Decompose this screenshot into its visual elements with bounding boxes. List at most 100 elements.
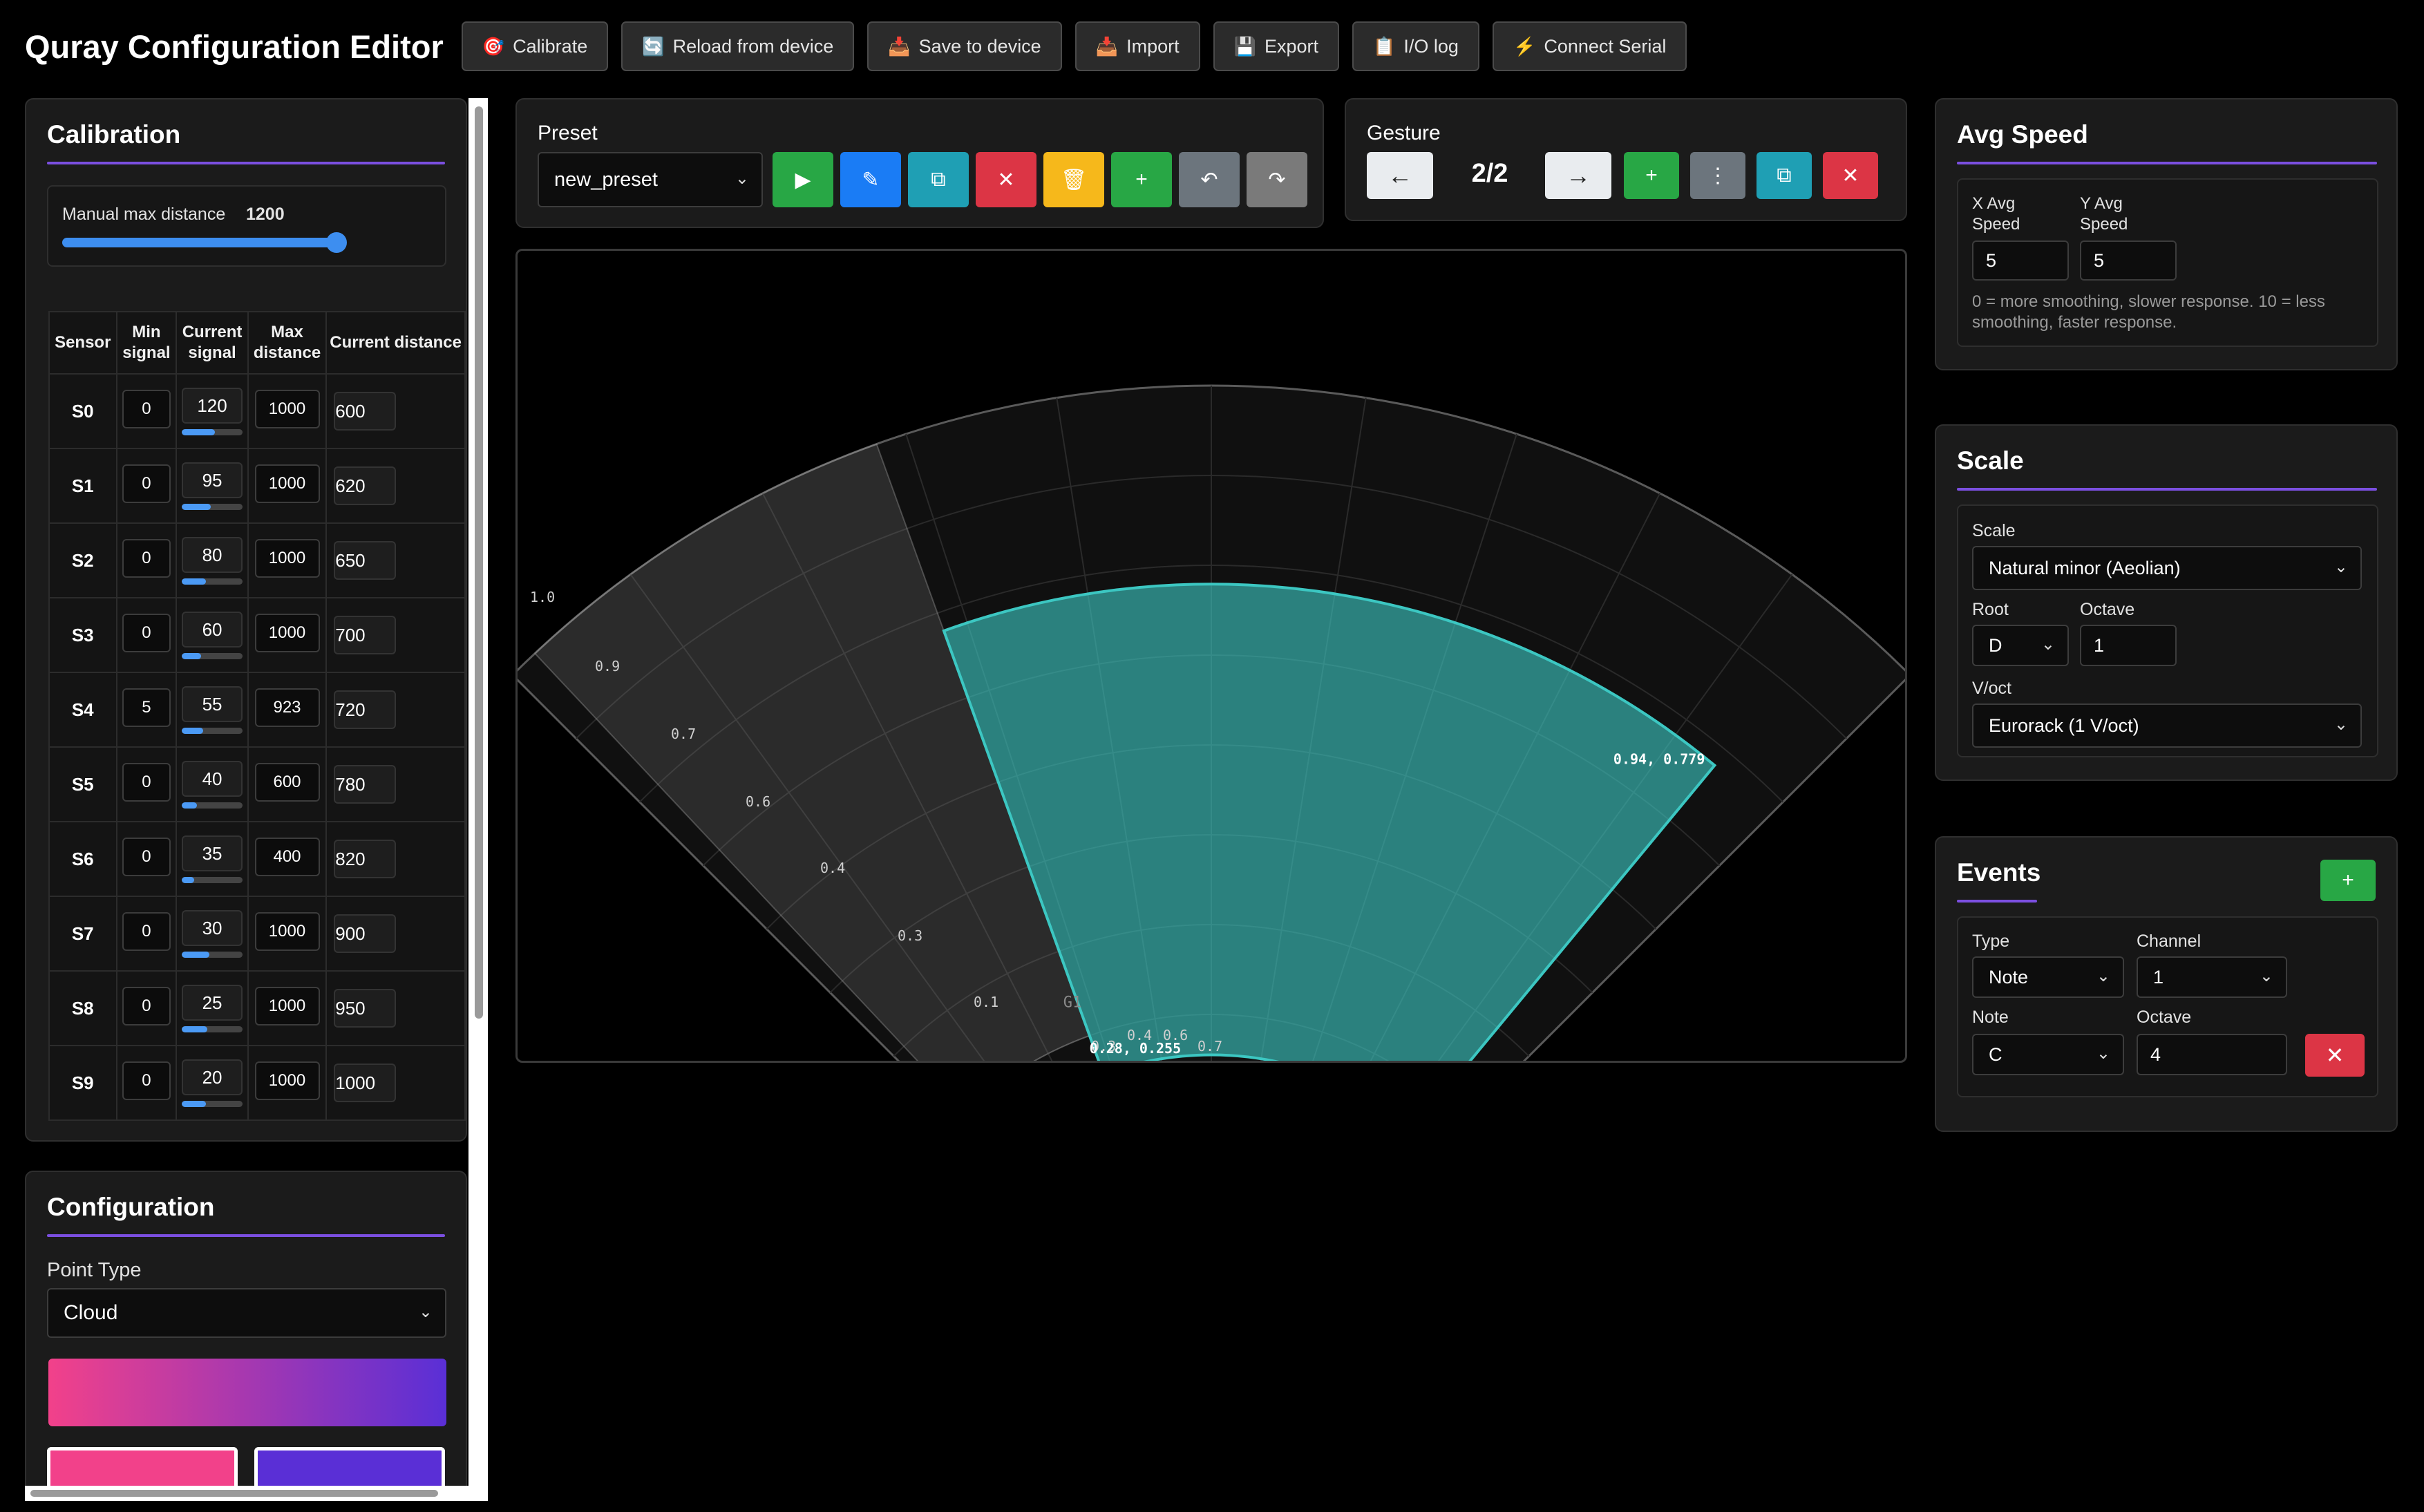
current-distance-value: 950 [334, 989, 397, 1028]
tick-label-bottom: 0.7 [1197, 1038, 1222, 1055]
max-distance-cell: 923 [247, 672, 328, 748]
scrollbar-thumb[interactable] [475, 106, 483, 1019]
point-type-value: Cloud [64, 1301, 118, 1324]
signal-bar [182, 652, 243, 659]
max-distance-input[interactable]: 1000 [254, 538, 320, 578]
left-horizontal-scrollbar[interactable] [25, 1486, 488, 1501]
octave-input[interactable]: 1 [2080, 625, 2177, 666]
max-distance-input[interactable]: 1000 [254, 613, 320, 652]
left-vertical-scrollbar[interactable] [468, 98, 488, 1501]
add-gesture-icon: + [1645, 164, 1658, 187]
more-button[interactable]: ⋮ [1690, 152, 1745, 199]
calibrate-button[interactable]: 🎯 Calibrate [461, 21, 609, 71]
remove-event-button[interactable]: ✕ [2305, 1034, 2365, 1077]
max-distance-input[interactable]: 923 [254, 688, 320, 727]
io-log-button[interactable]: 📋 I/O log [1352, 21, 1479, 71]
play-button[interactable]: ▶ [773, 152, 833, 207]
min-signal-input[interactable]: 0 [122, 538, 171, 578]
min-signal-input[interactable]: 0 [122, 837, 171, 876]
max-distance-input[interactable]: 1000 [254, 389, 320, 428]
prev-gesture-button[interactable]: ← [1367, 152, 1433, 199]
gesture-canvas[interactable]: 1.0 0.9 0.7 0.6 0.4 0.3 0.1 0.3 0.4 0.6 0.7 0.28, 0… [515, 249, 1907, 1063]
delete-button[interactable]: ✕ [976, 152, 1036, 207]
point-type-select[interactable]: Cloud ⌄ [47, 1288, 446, 1338]
sensor-cell: S1 [48, 448, 117, 524]
copy-gesture-button[interactable]: ⧉ [1757, 152, 1812, 199]
redo-button[interactable]: ↷ [1247, 152, 1307, 207]
sensor-cell: S7 [48, 896, 117, 972]
min-signal-input[interactable]: 0 [122, 389, 171, 428]
max-distance-input[interactable]: 600 [254, 762, 320, 802]
add-event-button[interactable]: + [2320, 860, 2376, 901]
min-signal-input[interactable]: 0 [122, 464, 171, 503]
export-label: Export [1264, 35, 1319, 57]
max-distance-input[interactable]: 1000 [254, 464, 320, 503]
floppy-icon: 💾 [1233, 35, 1256, 57]
root-select[interactable]: D ⌄ [1972, 625, 2069, 666]
min-signal-input[interactable]: 0 [122, 911, 171, 951]
min-signal-cell: 5 [115, 672, 178, 748]
col-current-distance: Current distance [325, 311, 466, 375]
arrow-right-icon: → [1566, 161, 1591, 189]
next-gesture-button[interactable]: → [1545, 152, 1611, 199]
tick-label-left: 0.3 [898, 927, 922, 944]
connect-serial-button[interactable]: ⚡ Connect Serial [1492, 21, 1687, 71]
max-distance-cell: 600 [247, 746, 328, 822]
manual-max-box: Manual max distance 1200 [47, 185, 446, 267]
min-signal-input[interactable]: 0 [122, 762, 171, 802]
rename-button[interactable]: ✎ [840, 152, 901, 207]
current-signal-value: 120 [182, 387, 243, 424]
x-avg-speed-input[interactable]: 5 [1972, 240, 2069, 281]
sensor-name: S3 [71, 624, 94, 645]
max-distance-input[interactable]: 1000 [254, 986, 320, 1026]
event-note-select[interactable]: C ⌄ [1972, 1034, 2124, 1075]
max-distance-input[interactable]: 1000 [254, 911, 320, 951]
delete-gesture-button[interactable]: ✕ [1823, 152, 1878, 199]
add-gesture-button[interactable]: + [1624, 152, 1679, 199]
chevron-down-icon: ⌄ [2259, 967, 2273, 986]
reload-from-device-button[interactable]: 🔄 Reload from device [621, 21, 855, 71]
preset-select[interactable]: new_preset ⌄ [538, 152, 763, 207]
tick-label-left: 0.6 [746, 793, 770, 810]
avg-speed-panel: Avg Speed X Avg Speed Y Avg Speed 5 5 0 … [1935, 98, 2398, 370]
export-button[interactable]: 💾 Export [1213, 21, 1340, 71]
connect-serial-label: Connect Serial [1544, 35, 1667, 57]
max-distance-input[interactable]: 1000 [254, 1061, 320, 1100]
manual-max-slider-thumb[interactable] [326, 232, 347, 253]
event-channel-value: 1 [2153, 966, 2164, 987]
duplicate-button[interactable]: ⧉ [908, 152, 969, 207]
add-button[interactable]: + [1111, 152, 1172, 207]
clear-button[interactable]: 🗑 [1043, 152, 1104, 207]
signal-bar-fill [182, 802, 198, 809]
undo-button[interactable]: ↶ [1179, 152, 1240, 207]
current-distance-value: 1000 [334, 1064, 397, 1102]
max-distance-input[interactable]: 400 [254, 837, 320, 876]
event-channel-select[interactable]: 1 ⌄ [2137, 956, 2287, 998]
min-signal-input[interactable]: 5 [122, 688, 171, 727]
min-signal-input[interactable]: 0 [122, 613, 171, 652]
min-signal-cell: 0 [115, 597, 178, 673]
table-row: S8 0 25 1000 950 [48, 970, 466, 1046]
event-octave-input[interactable]: 4 [2137, 1034, 2287, 1075]
scale-select[interactable]: Natural minor (Aeolian) ⌄ [1972, 546, 2362, 590]
manual-max-label: Manual max distance [62, 205, 226, 224]
chevron-down-icon: ⌄ [2333, 715, 2348, 735]
gesture-fan-plot[interactable]: 1.00.90.70.60.40.30.10.30.4 0.60.70.28, 0… [518, 251, 1905, 1061]
gesture-2-corner-a: 0.28, 0.255 [1090, 1040, 1181, 1057]
signal-bar [182, 876, 243, 883]
import-button[interactable]: 📥 Import [1074, 21, 1200, 71]
min-signal-input[interactable]: 0 [122, 1061, 171, 1100]
save-to-device-button[interactable]: 📥 Save to device [867, 21, 1062, 71]
calibration-panel: Calibration Manual max distance 1200 Sen… [25, 98, 467, 1142]
sensor-name: S0 [71, 400, 94, 422]
min-signal-input[interactable]: 0 [122, 986, 171, 1026]
current-distance-value: 780 [334, 765, 397, 804]
voct-select[interactable]: Eurorack (1 V/oct) ⌄ [1972, 703, 2362, 748]
scrollbar-thumb[interactable] [30, 1490, 438, 1497]
event-type-select[interactable]: Note ⌄ [1972, 956, 2124, 998]
manual-max-slider[interactable] [62, 238, 336, 247]
current-distance-cell: 700 [325, 597, 466, 673]
signal-bar-fill [182, 727, 203, 734]
current-signal-value: 20 [182, 1059, 243, 1095]
y-avg-speed-input[interactable]: 5 [2080, 240, 2177, 281]
